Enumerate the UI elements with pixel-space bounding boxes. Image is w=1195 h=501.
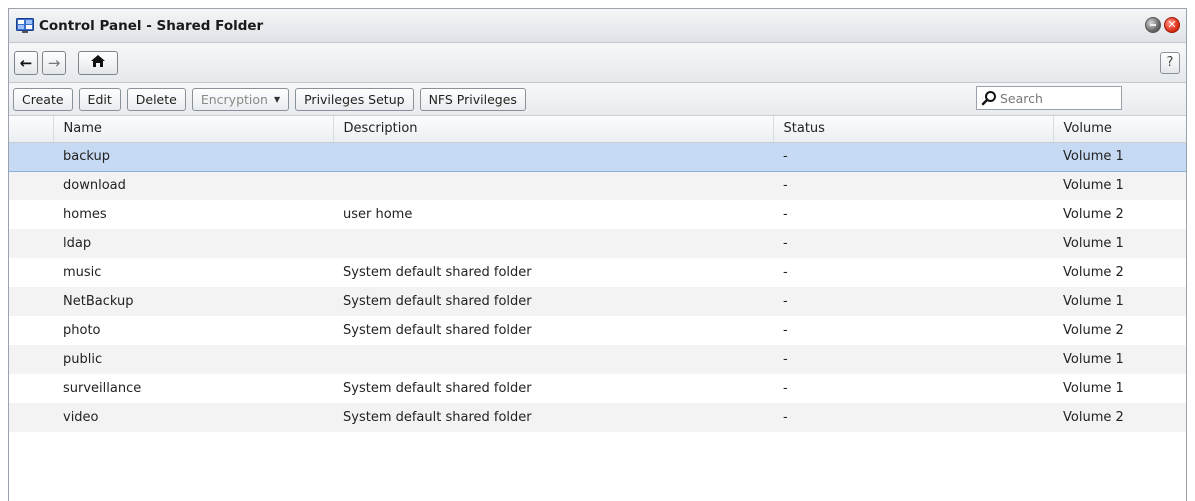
delete-button[interactable]: Delete [126,87,186,111]
encryption-dropdown[interactable]: Encryption ▼ [191,87,290,111]
privileges-setup-button[interactable]: Privileges Setup [295,87,414,111]
table-row[interactable]: ldap - Volume 1 [9,229,1186,258]
cell-name: ldap [53,229,333,258]
arrow-left-icon: ← [19,53,33,72]
home-icon [90,54,106,72]
close-button[interactable]: ✕ [1164,17,1180,33]
cell-description: System default shared folder [333,403,773,432]
nfs-privileges-button[interactable]: NFS Privileges [419,87,526,111]
minimize-button[interactable] [1145,17,1161,33]
control-panel-window: Control Panel - Shared Folder ✕ ← → ? Cr… [8,8,1187,501]
chevron-down-icon: ▼ [273,94,281,104]
cell-name: photo [63,323,101,338]
table-row[interactable]: music System default shared folder - Vol… [9,258,1186,287]
cell-volume: Volume 2 [1063,207,1124,222]
search-box[interactable] [976,86,1122,110]
forward-button[interactable]: → [42,50,66,75]
help-button[interactable]: ? [1160,52,1180,74]
cell-description: user home [343,207,413,222]
cell-description [333,345,773,374]
table-row[interactable]: backup - Volume 1 [9,141,1186,172]
cell-name: homes [63,207,107,222]
table-row[interactable]: video System default shared folder - Vol… [9,403,1186,432]
cell-description [333,141,773,172]
encryption-label: Encryption [200,91,268,107]
cell-volume: Volume 1 [1053,287,1186,316]
cell-name: NetBackup [53,287,333,316]
create-button[interactable]: Create [13,87,73,111]
search-input[interactable] [1000,90,1110,106]
cell-status: - [773,229,1053,258]
cell-volume: Volume 1 [1053,229,1186,258]
title-bar: Control Panel - Shared Folder ✕ [9,9,1186,43]
cell-volume: Volume 1 [1053,345,1186,374]
cell-status: - [773,403,1053,432]
table-row[interactable]: download - Volume 1 [9,171,1186,200]
cell-name: surveillance [63,381,142,396]
toolbar: Create Edit Delete Encryption ▼ Privileg… [9,83,1186,116]
cell-status: - [783,265,788,280]
cell-description: System default shared folder [343,381,532,396]
cell-status: - [773,141,1053,172]
header-spacer [9,116,54,143]
table-row[interactable]: public - Volume 1 [9,345,1186,374]
column-header-status[interactable]: Status [773,116,1054,143]
column-header-description[interactable]: Description [333,116,774,143]
table-row[interactable]: photo System default shared folder - Vol… [9,316,1186,345]
column-header-name[interactable]: Name [53,116,334,143]
arrow-right-icon: → [47,53,61,72]
cell-volume: Volume 1 [1053,141,1186,172]
cell-status: - [773,171,1053,200]
window-title: Control Panel - Shared Folder [39,17,264,34]
table-row[interactable]: homes user home - Volume 2 [9,200,1186,229]
edit-button[interactable]: Edit [78,87,121,111]
table-row[interactable]: surveillance System default shared folde… [9,374,1186,403]
column-header-volume[interactable]: Volume [1053,116,1186,143]
cell-status: - [773,345,1053,374]
cell-status: - [783,381,788,396]
cell-name: public [53,345,333,374]
cell-name: download [53,171,333,200]
cell-volume: Volume 1 [1053,171,1186,200]
cell-description: System default shared folder [333,287,773,316]
cell-description: System default shared folder [343,265,532,280]
back-button[interactable]: ← [14,50,38,75]
cell-status: - [783,207,788,222]
cell-volume: Volume 2 [1053,403,1186,432]
table-header: Name Description Status Volume [9,116,1186,143]
table-row[interactable]: NetBackup System default shared folder -… [9,287,1186,316]
cell-description [333,171,773,200]
cell-volume: Volume 1 [1063,381,1124,396]
cell-volume: Volume 2 [1063,323,1124,338]
cell-description [333,229,773,258]
control-panel-icon [16,17,34,34]
shared-folder-table: Name Description Status Volume backup - … [9,116,1186,432]
cell-status: - [783,323,788,338]
navigation-bar: ← → ? [9,43,1186,83]
search-icon [981,90,997,106]
cell-volume: Volume 2 [1063,265,1124,280]
cell-status: - [773,287,1053,316]
cell-description: System default shared folder [343,323,532,338]
cell-name: music [63,265,102,280]
home-button[interactable] [78,50,118,75]
cell-name: video [53,403,333,432]
cell-name: backup [53,141,333,172]
